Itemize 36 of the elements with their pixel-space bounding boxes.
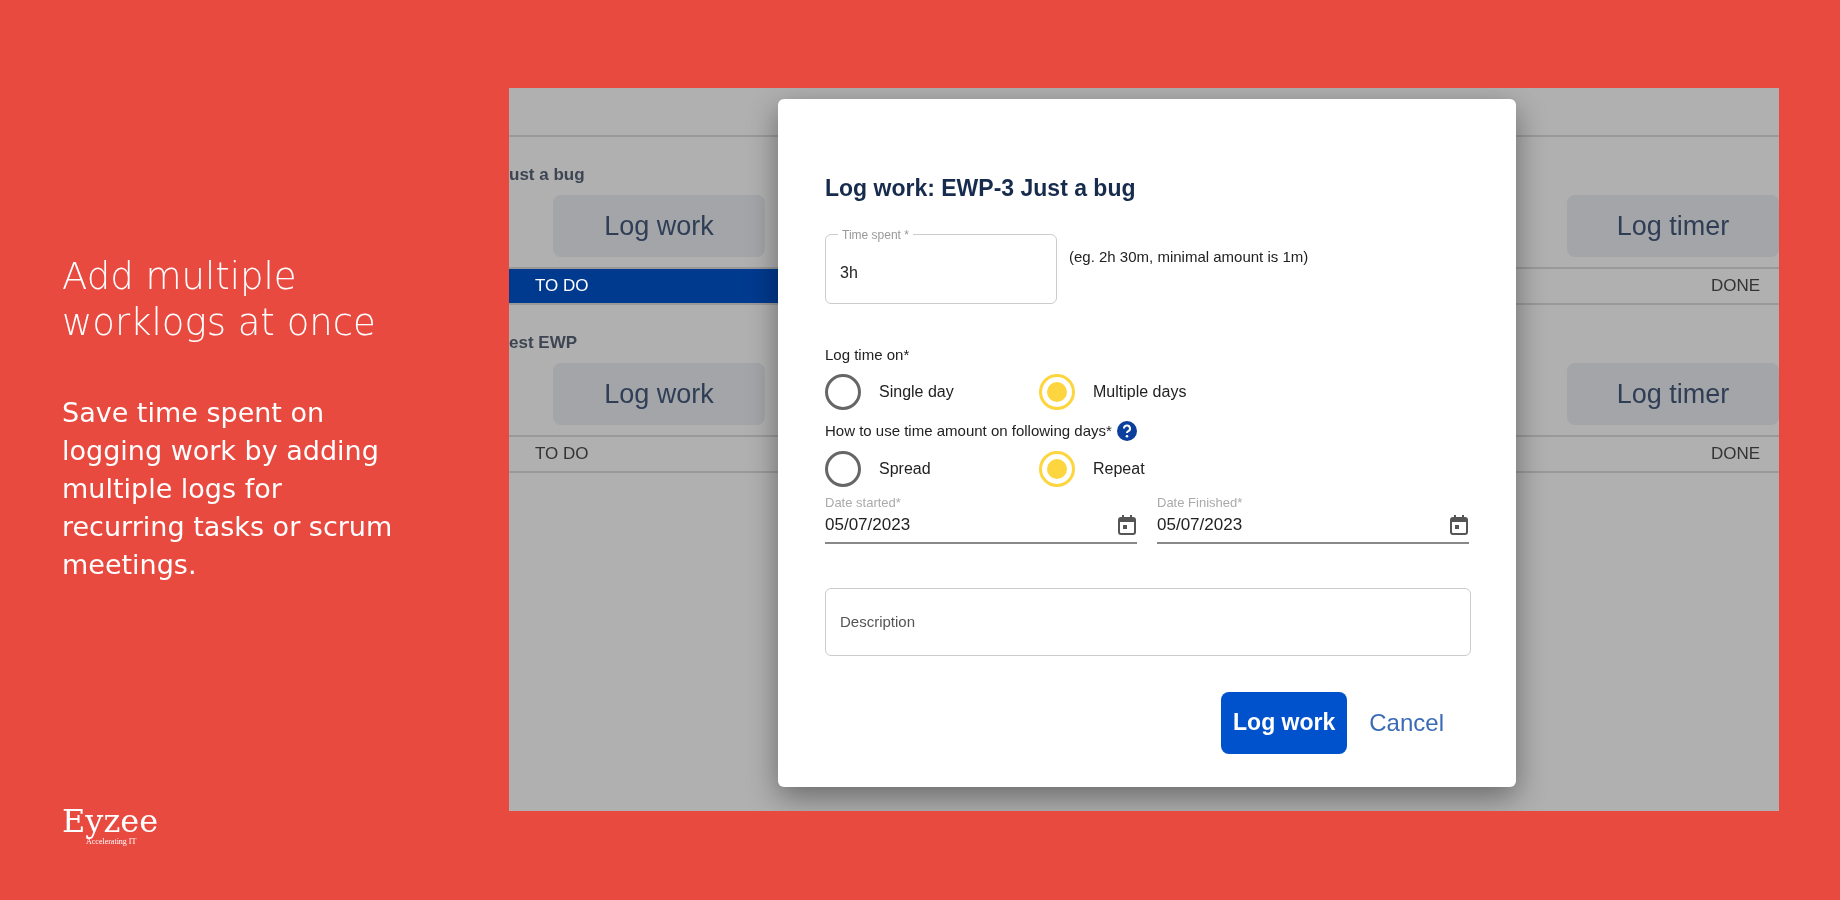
- status-cell-text: DONE: [1710, 275, 1761, 298]
- status-cell-text: DONE: [1710, 443, 1761, 466]
- hint-text: (eg. 2h 30m, minimal amount is 1m): [1069, 246, 1309, 267]
- group-label: Log time on*: [825, 344, 910, 365]
- field-label: Date started*: [825, 493, 902, 512]
- log-button[interactable]: Log timer: [1567, 363, 1779, 425]
- slide-heading: Add multiple worklogs at once: [62, 254, 377, 346]
- calendar-icon[interactable]: [1449, 513, 1469, 536]
- field-value: 05/07/2023: [1157, 514, 1243, 536]
- field-value: 3h: [840, 262, 858, 283]
- radio-button[interactable]: [825, 374, 861, 410]
- calendar-icon[interactable]: [1117, 513, 1137, 536]
- dialog-title: Log work: EWP-3 Just a bug: [825, 174, 1137, 203]
- log-button[interactable]: Log work: [553, 195, 765, 257]
- log-button[interactable]: Log timer: [1567, 195, 1779, 257]
- field-value: 05/07/2023: [825, 514, 911, 536]
- issue-title: est EWP: [509, 331, 578, 354]
- logo-tagline: Accelerating IT: [86, 837, 137, 848]
- group-label: How to use time amount on following days*: [825, 421, 1112, 441]
- radio-label: Multiple days: [1093, 382, 1187, 402]
- issue-title: ust a bug: [509, 163, 585, 186]
- cancel-button[interactable]: Cancel: [1369, 704, 1444, 741]
- help-icon[interactable]: [1115, 420, 1138, 443]
- date-field[interactable]: Date Finished* 05/07/2023: [1157, 492, 1469, 544]
- description-field[interactable]: Description: [825, 587, 1471, 656]
- field-label: Date Finished*: [1157, 493, 1244, 512]
- log-button[interactable]: Log work: [553, 363, 765, 425]
- radio-button[interactable]: [825, 450, 861, 487]
- status-cell: TO DO: [509, 269, 778, 303]
- date-field[interactable]: Date started* 05/07/2023: [825, 492, 1137, 544]
- radio-label: Single day: [879, 382, 954, 402]
- slide-text: Save time spent on logging work by adding multiple logs for recurring tasks or scrum meetings.: [62, 396, 394, 582]
- radio-label: Spread: [879, 458, 931, 479]
- status-cell-text: TO DO: [534, 443, 590, 466]
- log-work-button[interactable]: Log work: [1221, 691, 1348, 754]
- radio-label: Repeat: [1093, 458, 1145, 479]
